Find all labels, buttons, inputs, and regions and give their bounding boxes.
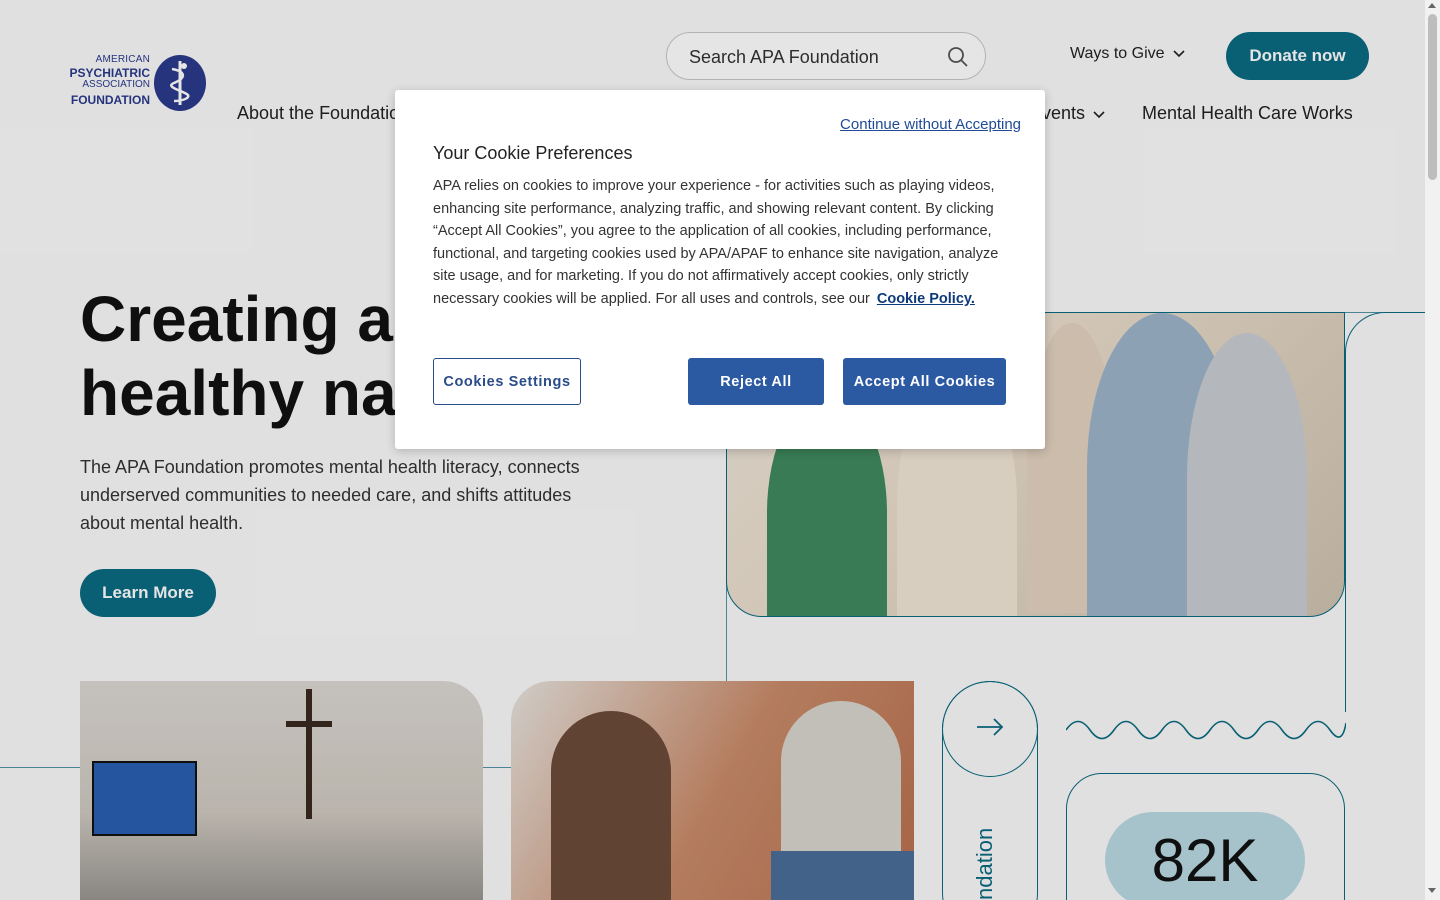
page: AMERICAN PSYCHIATRIC ASSOCIATION FOUNDAT… bbox=[0, 0, 1425, 900]
scroll-up-icon[interactable] bbox=[1428, 3, 1436, 8]
cookie-preferences-dialog: Continue without Accepting Your Cookie P… bbox=[395, 90, 1045, 449]
cookie-dialog-body-text: APA relies on cookies to improve your ex… bbox=[433, 178, 999, 307]
cookie-dialog-title: Your Cookie Preferences bbox=[433, 143, 633, 163]
vertical-scrollbar[interactable] bbox=[1425, 0, 1440, 900]
cookie-dialog-body: APA relies on cookies to improve your ex… bbox=[433, 175, 1013, 311]
reject-all-button[interactable]: Reject All bbox=[688, 358, 824, 405]
cookie-policy-link[interactable]: Cookie Policy. bbox=[877, 291, 975, 307]
continue-without-accepting-link[interactable]: Continue without Accepting bbox=[840, 116, 1021, 133]
cookies-settings-button[interactable]: Cookies Settings bbox=[433, 358, 581, 405]
scrollbar-thumb[interactable] bbox=[1428, 14, 1437, 180]
scroll-down-icon[interactable] bbox=[1428, 888, 1436, 893]
accept-all-cookies-button[interactable]: Accept All Cookies bbox=[843, 358, 1006, 405]
